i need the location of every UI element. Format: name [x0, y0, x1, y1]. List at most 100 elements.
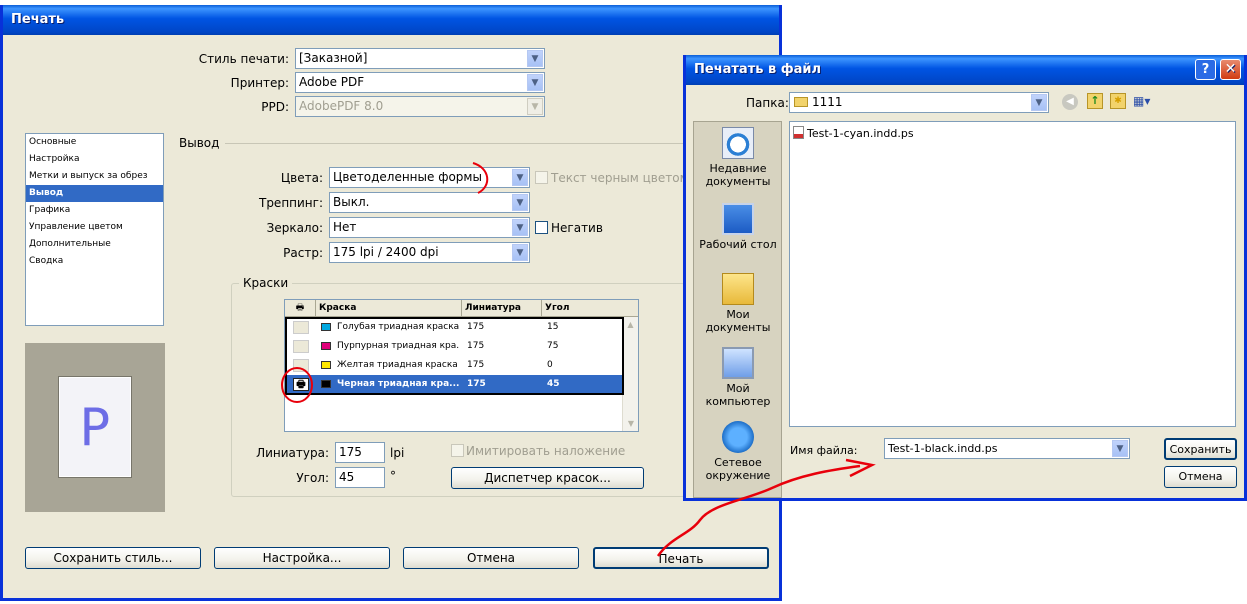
angle-label: Угол: — [296, 471, 329, 485]
inks-table-header: 🖶 Краска Линиатура Угол — [285, 300, 638, 317]
colors-label: Цвета: — [280, 171, 323, 185]
place-label: Мои документы — [705, 308, 771, 334]
angle-input[interactable]: 45 — [335, 467, 385, 488]
simulate-overprint-checkbox[interactable] — [451, 444, 464, 457]
place-my-documents[interactable]: Мои документы — [694, 273, 782, 334]
ink-swatch — [321, 323, 331, 331]
file-dialog-titlebar[interactable]: Печатать в файл ? ✕ — [686, 55, 1244, 85]
mirror-value: Нет — [333, 220, 357, 234]
close-button[interactable]: ✕ — [1220, 59, 1241, 80]
mirror-select[interactable]: Нет ▼ — [329, 217, 530, 238]
chevron-down-icon: ▼ — [512, 194, 528, 211]
up-folder-icon[interactable]: ↑ — [1087, 93, 1103, 109]
printer-label: Принтер: — [230, 76, 289, 90]
ink-name: Черная триадная кра... — [337, 379, 459, 389]
place-my-computer[interactable]: Мой компьютер — [694, 347, 782, 408]
print-dialog: Печать Стиль печати: [Заказной] ▼ Принтер… — [0, 5, 782, 601]
my-computer-icon — [722, 347, 754, 379]
screening-select[interactable]: 175 lpi / 2400 dpi ▼ — [329, 242, 530, 263]
print-button[interactable]: Печать — [593, 547, 769, 569]
ink-angle: 15 — [547, 322, 559, 332]
filename-value: Test-1-black.indd.ps — [888, 442, 998, 455]
print-toggle-printer-icon[interactable]: 🖶 — [293, 378, 309, 391]
save-button[interactable]: Сохранить — [1164, 438, 1237, 460]
file-cancel-button[interactable]: Отмена — [1164, 466, 1237, 488]
scroll-up-icon[interactable]: ▲ — [623, 317, 638, 333]
inks-scrollbar[interactable]: ▲ ▼ — [622, 317, 638, 431]
category-item[interactable]: Основные — [26, 134, 163, 151]
place-label: Мой компьютер — [705, 382, 771, 408]
folder-select[interactable]: 1111 ▼ — [789, 92, 1049, 113]
place-label: Сетевое окружение — [705, 456, 771, 482]
save-style-button[interactable]: Сохранить стиль... — [25, 547, 201, 569]
frequency-input[interactable]: 175 — [335, 442, 385, 463]
ink-name: Пурпурная триадная кра... — [337, 341, 459, 351]
colors-value: Цветоделенные формы — [333, 170, 482, 184]
preview-page: P — [58, 376, 132, 478]
category-item[interactable]: Метки и выпуск за обрез — [26, 168, 163, 185]
preview-letter: P — [79, 398, 111, 458]
category-item[interactable]: Сводка — [26, 253, 163, 270]
printer-column-icon[interactable]: 🖶 — [285, 300, 316, 317]
category-item[interactable]: Дополнительные — [26, 236, 163, 253]
angle-column-header[interactable]: Угол — [545, 303, 569, 313]
folder-icon — [794, 97, 808, 107]
print-dialog-titlebar[interactable]: Печать — [3, 5, 779, 35]
print-toggle-cell[interactable] — [293, 340, 309, 353]
print-toggle-cell[interactable] — [293, 321, 309, 334]
inks-table[interactable]: 🖶 Краска Линиатура Угол Голубая триадная… — [284, 299, 639, 432]
output-section-title: Вывод — [179, 136, 220, 150]
ink-swatch — [321, 361, 331, 369]
ink-frequency: 175 — [467, 379, 486, 389]
place-label: Недавние документы — [705, 162, 771, 188]
category-item[interactable]: Управление цветом — [26, 219, 163, 236]
scroll-down-icon[interactable]: ▼ — [623, 416, 638, 431]
category-item[interactable]: Вывод — [26, 185, 163, 202]
frequency-column-header[interactable]: Линиатура — [465, 303, 521, 313]
place-desktop[interactable]: Рабочий стол — [694, 203, 782, 251]
chevron-down-icon: ▼ — [527, 74, 543, 91]
file-list[interactable]: Test-1-cyan.indd.ps — [789, 121, 1236, 427]
file-item[interactable]: Test-1-cyan.indd.ps — [793, 126, 914, 140]
place-label: Рабочий стол — [699, 238, 777, 251]
category-list[interactable]: Основные Настройка Метки и выпуск за обрез… — [25, 133, 164, 326]
ink-row[interactable]: Желтая триадная краска 175 0 — [285, 356, 624, 375]
ink-row[interactable]: 🖶 Черная триадная кра... 175 45 — [285, 375, 624, 394]
setup-button[interactable]: Настройка... — [214, 547, 390, 569]
recent-documents-icon — [722, 127, 754, 159]
file-dialog-title: Печатать в файл — [694, 62, 822, 77]
printer-select[interactable]: Adobe PDF ▼ — [295, 72, 545, 93]
print-style-select[interactable]: [Заказной] ▼ — [295, 48, 545, 69]
filename-input[interactable]: Test-1-black.indd.ps ▼ — [884, 438, 1130, 459]
colors-select[interactable]: Цветоделенные формы ▼ — [329, 167, 530, 188]
place-network[interactable]: Сетевое окружение — [694, 421, 782, 482]
ink-frequency: 175 — [467, 322, 485, 332]
negative-checkbox[interactable] — [535, 221, 548, 234]
chevron-down-icon: ▼ — [512, 169, 528, 186]
ink-angle: 45 — [547, 379, 560, 389]
ink-manager-button[interactable]: Диспетчер красок... — [451, 467, 644, 489]
ppd-label: PPD: — [261, 100, 289, 114]
output-divider — [225, 143, 685, 144]
help-button[interactable]: ? — [1195, 59, 1216, 80]
chevron-down-icon: ▼ — [527, 98, 543, 115]
back-icon[interactable]: ◀ — [1062, 94, 1078, 110]
ink-name: Голубая триадная краска — [337, 322, 459, 332]
print-style-label: Стиль печати: — [198, 52, 289, 66]
view-menu-icon[interactable]: ▦▾ — [1133, 94, 1155, 109]
place-recent-documents[interactable]: Недавние документы — [694, 127, 782, 188]
ink-row[interactable]: Голубая триадная краска 175 15 — [285, 318, 624, 337]
print-toggle-cell[interactable] — [293, 359, 309, 372]
trapping-select[interactable]: Выкл. ▼ — [329, 192, 530, 213]
folder-value: 1111 — [812, 95, 843, 109]
trapping-value: Выкл. — [333, 195, 370, 209]
close-icon: ✕ — [1224, 61, 1237, 77]
ink-row[interactable]: Пурпурная триадная кра... 175 75 — [285, 337, 624, 356]
ink-column-header[interactable]: Краска — [319, 303, 356, 313]
category-item[interactable]: Настройка — [26, 151, 163, 168]
inks-group-label: Краски — [239, 276, 293, 290]
category-item[interactable]: Графика — [26, 202, 163, 219]
cancel-button[interactable]: Отмена — [403, 547, 579, 569]
text-black-checkbox[interactable] — [535, 171, 548, 184]
new-folder-icon[interactable]: ✱ — [1110, 93, 1126, 109]
